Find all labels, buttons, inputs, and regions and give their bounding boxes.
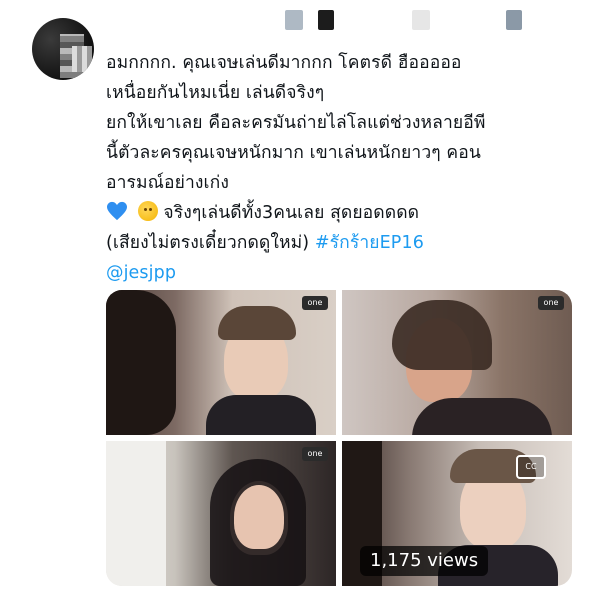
blue-heart-icon	[107, 201, 127, 221]
shirt	[206, 395, 316, 435]
tweet-line: เหนื่อยกันไหมเนี่ย เล่นดีจริงๆ	[106, 83, 325, 103]
blurred-block	[318, 10, 334, 30]
blurred-block	[285, 10, 303, 30]
closed-caption-icon[interactable]: CC	[516, 455, 546, 479]
wall	[106, 441, 166, 586]
mention-link[interactable]: @jesjpp	[106, 258, 586, 288]
shirt	[412, 398, 552, 435]
channel-logo: one	[538, 296, 564, 310]
hair	[218, 306, 296, 340]
media-tile-1[interactable]: one	[106, 290, 336, 435]
saluting-face-icon	[137, 201, 158, 221]
figure-shoulder	[106, 290, 176, 435]
views-counter: 1,175 views	[360, 546, 489, 576]
channel-logo: one	[302, 296, 328, 310]
media-grid[interactable]: one one one CC 1,175 views	[106, 290, 572, 586]
blurred-block	[412, 10, 430, 30]
tweet-line: อมกกกก. คุณเจษเล่นดีมากกก โคตรดี ฮือออออ	[106, 53, 462, 73]
hashtag-link[interactable]: #รักร้ายEP16	[315, 233, 424, 253]
pixelated-blur	[72, 46, 92, 72]
emoji-line-text: จริงๆเล่นดีทั้ง3คนเลย สุดยอดดดด	[163, 203, 420, 223]
media-tile-3[interactable]: one	[106, 441, 336, 586]
avatar[interactable]	[32, 18, 94, 80]
tweet-line: นี้ตัวละครคุณเจษหนักมาก เขาเล่นหนักยาวๆ …	[106, 143, 481, 163]
tweet-line-prefix: (เสียงไม่ตรงเดี๋ยวกดดูใหม่)	[106, 233, 315, 253]
tweet-text: อมกกกก. คุณเจษเล่นดีมากกก โคตรดี ฮือออออ…	[106, 48, 586, 288]
blurred-block	[506, 10, 522, 30]
media-tile-2[interactable]: one	[342, 290, 572, 435]
tweet-line: อารมณ์อย่างเก่ง	[106, 173, 229, 193]
channel-logo: one	[302, 447, 328, 461]
tweet-emoji-line: จริงๆเล่นดีทั้ง3คนเลย สุดยอดดดด	[106, 198, 586, 228]
tweet-line-with-hashtag: (เสียงไม่ตรงเดี๋ยวกดดูใหม่) #รักร้ายEP16	[106, 228, 586, 258]
face	[234, 485, 284, 549]
top-blurred-strip	[0, 0, 600, 32]
hair	[392, 300, 492, 370]
tweet-line: ยกให้เขาเลย คือละครมันถ่ายไล่โลแต่ช่วงหล…	[106, 113, 486, 133]
